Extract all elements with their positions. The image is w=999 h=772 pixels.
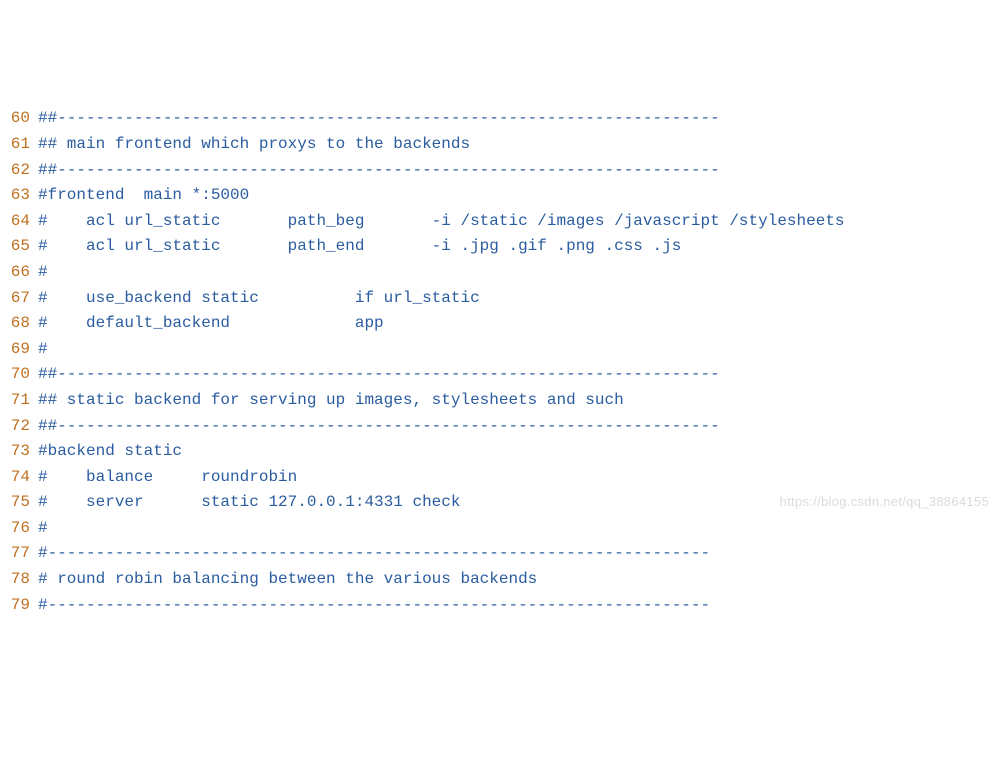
code-text: # use_backend static if url_static bbox=[38, 286, 480, 312]
code-text: #---------------------------------------… bbox=[38, 593, 710, 619]
code-text: # bbox=[38, 260, 48, 286]
code-text: ##--------------------------------------… bbox=[38, 106, 720, 132]
code-text: # round robin balancing between the vari… bbox=[38, 567, 537, 593]
line-number: 67 bbox=[0, 286, 38, 312]
code-line[interactable]: 69# bbox=[0, 337, 999, 363]
line-number: 71 bbox=[0, 388, 38, 414]
code-text: ## main frontend which proxys to the bac… bbox=[38, 132, 470, 158]
code-line[interactable]: 70##------------------------------------… bbox=[0, 362, 999, 388]
line-number: 79 bbox=[0, 593, 38, 619]
code-line[interactable]: 68# default_backend app bbox=[0, 311, 999, 337]
line-number: 66 bbox=[0, 260, 38, 286]
code-text: # acl url_static path_beg -i /static /im… bbox=[38, 209, 845, 235]
line-number: 73 bbox=[0, 439, 38, 465]
code-text: #backend static bbox=[38, 439, 182, 465]
code-text: # server static 127.0.0.1:4331 check bbox=[38, 490, 460, 516]
line-number: 72 bbox=[0, 414, 38, 440]
line-number: 64 bbox=[0, 209, 38, 235]
line-number: 60 bbox=[0, 106, 38, 132]
code-text: # balance roundrobin bbox=[38, 465, 297, 491]
code-line[interactable]: 71## static backend for serving up image… bbox=[0, 388, 999, 414]
line-number: 74 bbox=[0, 465, 38, 491]
code-text: ## static backend for serving up images,… bbox=[38, 388, 624, 414]
line-number: 61 bbox=[0, 132, 38, 158]
code-line[interactable]: 72##------------------------------------… bbox=[0, 414, 999, 440]
code-text: ##--------------------------------------… bbox=[38, 414, 720, 440]
code-line[interactable]: 73#backend static bbox=[0, 439, 999, 465]
watermark-text: https://blog.csdn.net/qq_38864155 bbox=[780, 492, 989, 513]
code-line[interactable]: 76# bbox=[0, 516, 999, 542]
code-line[interactable]: 67# use_backend static if url_static bbox=[0, 286, 999, 312]
line-number: 70 bbox=[0, 362, 38, 388]
code-text: # acl url_static path_end -i .jpg .gif .… bbox=[38, 234, 681, 260]
code-text: #---------------------------------------… bbox=[38, 541, 710, 567]
code-line[interactable]: 63#frontend main *:5000 bbox=[0, 183, 999, 209]
code-text: ##--------------------------------------… bbox=[38, 158, 720, 184]
line-number: 63 bbox=[0, 183, 38, 209]
line-number: 69 bbox=[0, 337, 38, 363]
code-text: #frontend main *:5000 bbox=[38, 183, 249, 209]
line-number: 65 bbox=[0, 234, 38, 260]
code-text: # default_backend app bbox=[38, 311, 384, 337]
code-line[interactable]: 66# bbox=[0, 260, 999, 286]
code-line[interactable]: 77#-------------------------------------… bbox=[0, 541, 999, 567]
line-number: 76 bbox=[0, 516, 38, 542]
code-line[interactable]: 62##------------------------------------… bbox=[0, 158, 999, 184]
code-line[interactable]: 65# acl url_static path_end -i .jpg .gif… bbox=[0, 234, 999, 260]
code-line[interactable]: 61## main frontend which proxys to the b… bbox=[0, 132, 999, 158]
line-number: 62 bbox=[0, 158, 38, 184]
line-number: 77 bbox=[0, 541, 38, 567]
code-line[interactable]: 74# balance roundrobin bbox=[0, 465, 999, 491]
line-number: 78 bbox=[0, 567, 38, 593]
code-line[interactable]: 79#-------------------------------------… bbox=[0, 593, 999, 619]
line-number: 75 bbox=[0, 490, 38, 516]
line-number: 68 bbox=[0, 311, 38, 337]
code-text: # bbox=[38, 516, 48, 542]
code-line[interactable]: 60##------------------------------------… bbox=[0, 106, 999, 132]
code-editor[interactable]: 60##------------------------------------… bbox=[0, 102, 999, 618]
code-line[interactable]: 64# acl url_static path_beg -i /static /… bbox=[0, 209, 999, 235]
code-text: # bbox=[38, 337, 48, 363]
code-text: ##--------------------------------------… bbox=[38, 362, 720, 388]
code-line[interactable]: 78# round robin balancing between the va… bbox=[0, 567, 999, 593]
